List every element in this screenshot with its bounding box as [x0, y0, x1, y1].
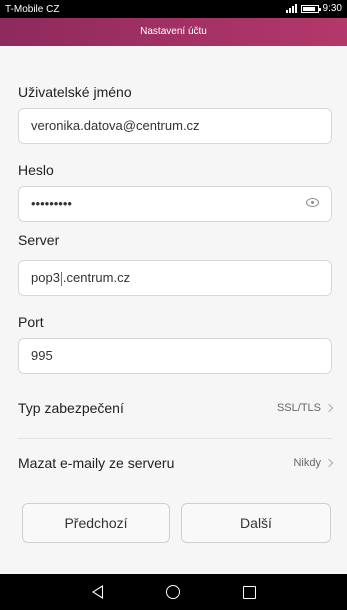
server-value-end: .centrum.cz [62, 270, 131, 285]
server-label: Server [18, 232, 60, 248]
security-type-value-wrap: SSL/TLS [276, 402, 334, 414]
battery-icon [300, 4, 321, 13]
password-field[interactable]: ••••••••• [18, 186, 332, 222]
chevron-right-icon [324, 403, 334, 413]
recent-apps-icon[interactable] [242, 585, 256, 599]
password-value: ••••••••• [31, 196, 72, 211]
status-bar: T-Mobile CZ 9:30 [0, 0, 347, 18]
next-button[interactable]: Další [181, 503, 331, 543]
delete-from-server-value: Nikdy [293, 457, 321, 469]
delete-from-server-value-wrap: Nikdy [293, 457, 334, 469]
security-type-value: SSL/TLS [276, 402, 321, 414]
divider [18, 438, 332, 439]
port-field[interactable]: 995 [18, 338, 332, 374]
port-label: Port [18, 314, 44, 330]
security-type-row[interactable]: Typ zabezpečení SSL/TLS [18, 386, 334, 430]
username-field[interactable]: veronika.datova@centrum.cz [18, 108, 332, 144]
username-label: Uživatelské jméno [18, 84, 132, 100]
server-value-start: pop3 [31, 270, 60, 285]
home-icon[interactable] [165, 585, 180, 599]
previous-button[interactable]: Předchozí [22, 503, 170, 543]
text-cursor [60, 271, 62, 286]
server-field[interactable]: pop3 .centrum.cz [18, 260, 332, 296]
security-type-label: Typ zabezpečení [18, 400, 124, 416]
delete-from-server-row[interactable]: Mazat e-maily ze serveru Nikdy [18, 441, 334, 485]
carrier-name: T-Mobile CZ [5, 4, 60, 15]
show-password-icon[interactable] [306, 198, 319, 207]
back-icon[interactable] [91, 585, 103, 599]
chevron-right-icon [324, 458, 334, 468]
password-label: Heslo [18, 162, 54, 178]
delete-from-server-label: Mazat e-maily ze serveru [18, 455, 175, 471]
status-icons: 9:30 [285, 3, 342, 14]
navigation-bar [0, 574, 347, 610]
clock: 9:30 [322, 3, 342, 14]
signal-icon [285, 4, 297, 13]
page-title: Nastavení účtu [0, 18, 347, 46]
